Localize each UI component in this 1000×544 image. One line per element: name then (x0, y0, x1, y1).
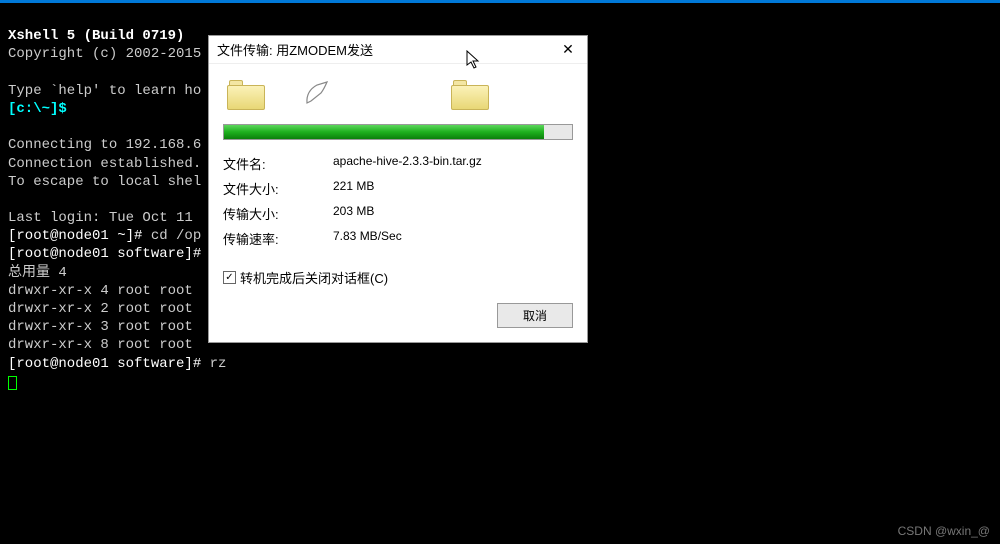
progress-bar (223, 124, 573, 140)
terminal-copyright: Copyright (c) 2002-2015 (8, 46, 201, 62)
dialog-titlebar[interactable]: 文件传输: 用ZMODEM发送 ✕ (209, 36, 587, 64)
close-icon[interactable]: ✕ (557, 40, 579, 60)
terminal-title: Xshell 5 (Build 0719) (8, 28, 184, 44)
close-on-complete-checkbox[interactable]: ✓ 转机完成后关闭对话框(C) (223, 268, 573, 287)
folder-source-icon (227, 80, 265, 110)
terminal-cursor (8, 376, 17, 390)
label-filename: 文件名: (223, 154, 313, 173)
label-rate: 传输速率: (223, 229, 313, 248)
file-transfer-dialog: 文件传输: 用ZMODEM发送 ✕ 文件名: apache-hive-2.3.3… (208, 35, 588, 343)
dialog-title: 文件传输: 用ZMODEM发送 (217, 40, 373, 59)
checkbox-icon[interactable]: ✓ (223, 271, 236, 284)
transfer-info: 文件名: apache-hive-2.3.3-bin.tar.gz 文件大小: … (223, 154, 573, 248)
value-rate: 7.83 MB/Sec (333, 229, 573, 248)
checkbox-label: 转机完成后关闭对话框(C) (240, 268, 388, 287)
progress-fill (224, 125, 544, 139)
transfer-animation (223, 74, 573, 124)
value-filename: apache-hive-2.3.3-bin.tar.gz (333, 154, 573, 173)
value-filesize: 221 MB (333, 179, 573, 198)
value-transferred: 203 MB (333, 204, 573, 223)
watermark: CSDN @wxin_@ (898, 524, 990, 538)
terminal-prompt-local: [c:\~]$ (8, 101, 67, 117)
paper-flying-icon (305, 81, 331, 109)
folder-dest-icon (451, 80, 489, 110)
cancel-button[interactable]: 取消 (497, 303, 573, 328)
label-filesize: 文件大小: (223, 179, 313, 198)
label-transferred: 传输大小: (223, 204, 313, 223)
